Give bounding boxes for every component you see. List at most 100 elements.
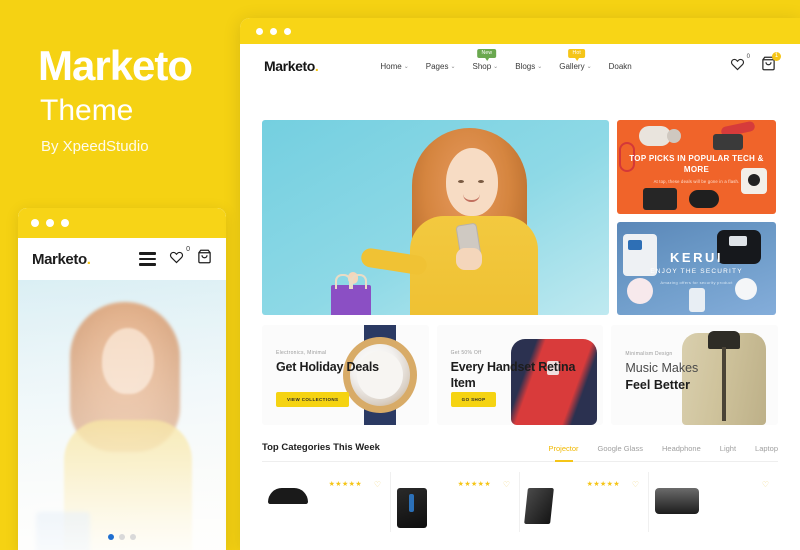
promo-subtitle: Theme — [40, 94, 134, 127]
carousel-dots — [18, 534, 226, 540]
carousel-dot-1[interactable] — [108, 534, 114, 540]
menu-item-shop[interactable]: New Shop ⌄ — [472, 48, 498, 71]
card-headline: Get Holiday Deals — [276, 360, 379, 374]
hero-model-eye-right — [478, 180, 484, 183]
hero-slider[interactable] — [262, 120, 609, 315]
menu-label: Doakn — [608, 61, 632, 71]
mobile-navbar: Marketo. 0 — [18, 238, 226, 280]
mobile-mockup: Marketo. 0 — [18, 208, 226, 550]
window-dot-maximize[interactable] — [61, 219, 69, 227]
categories-title: Top Categories This Week — [262, 442, 380, 453]
browser-titlebar — [240, 18, 800, 44]
music-card[interactable]: Minimalism Design Music Makes Feel Bette… — [611, 325, 779, 425]
rating-stars: ★★★★★ — [457, 481, 492, 488]
menu-item-home[interactable]: Home ⌄ — [380, 62, 408, 71]
menu-item-blogs[interactable]: Blogs ⌄ — [515, 62, 542, 71]
tech-banner-subline: At top, these deals will be gone in a fl… — [653, 179, 740, 184]
tab-google-glass[interactable]: Google Glass — [598, 444, 643, 453]
jacket-image — [682, 331, 767, 425]
card-eyebrow: Minimalism Design — [625, 351, 673, 357]
sub-navbar — [262, 88, 778, 118]
badge-new: New — [477, 48, 497, 61]
window-dot-close[interactable] — [31, 219, 39, 227]
heart-icon[interactable]: ♡ — [503, 480, 510, 489]
carousel-dot-3[interactable] — [130, 534, 136, 540]
tech-banner-headline: TOP PICKS IN POPULAR TECH & MORE — [629, 154, 764, 174]
product-card[interactable]: ★★★★★ ♡ — [262, 472, 392, 532]
mobile-logo[interactable]: Marketo. — [32, 251, 91, 268]
product-card[interactable]: ♡ — [649, 472, 778, 532]
mobile-wishlist-count: 0 — [186, 245, 190, 253]
heart-icon[interactable]: ♡ — [632, 480, 639, 489]
chevron-down-icon: ⌄ — [403, 63, 409, 70]
hero-model-face — [446, 148, 498, 216]
page-title: Marketo — [38, 42, 193, 89]
heart-icon[interactable]: 0 — [169, 246, 190, 269]
menu-item-gallery[interactable]: Hot Gallery ⌄ — [559, 48, 592, 71]
chevron-down-icon: ⌄ — [586, 63, 592, 70]
hero-side-banners: TOP PICKS IN POPULAR TECH & MORE At top,… — [617, 120, 776, 315]
window-dot-close[interactable] — [256, 27, 263, 35]
product-card[interactable]: ★★★★★ ♡ — [391, 472, 521, 532]
product-image — [655, 488, 700, 514]
browser-window: Marketo. Home ⌄ Pages ⌄ New Shop ⌄ Blogs… — [240, 18, 800, 550]
mobile-hero-slider[interactable] — [18, 280, 226, 550]
heart-icon[interactable]: ♡ — [762, 480, 769, 489]
mobile-logo-dot: . — [86, 250, 91, 268]
view-collections-button[interactable]: VIEW COLLECTIONS — [276, 392, 350, 407]
tab-light[interactable]: Light — [720, 444, 736, 453]
mobile-logo-text: Marketo — [32, 250, 87, 268]
kerui-banner[interactable]: KERUI ENJOY THE SECURITY Amazing offers … — [617, 221, 776, 315]
product-card[interactable]: ★★★★★ ♡ — [520, 472, 650, 532]
menu-label: Blogs — [515, 61, 536, 71]
product-image — [268, 488, 308, 504]
tech-banner[interactable]: TOP PICKS IN POPULAR TECH & MORE At top,… — [617, 120, 776, 214]
menu-item-doakn[interactable]: Doakn — [609, 62, 632, 71]
card-eyebrow: Get 50% Off — [450, 350, 482, 356]
carousel-dot-2[interactable] — [119, 534, 125, 540]
handset-retina-card[interactable]: Get 50% Off Every Handset Retina Item GO… — [436, 325, 604, 425]
bag-icon[interactable] — [197, 249, 212, 269]
tab-projector[interactable]: Projector — [549, 444, 579, 462]
rating-stars: ★★★★★ — [586, 481, 621, 488]
badge-hot: Hot — [568, 48, 585, 61]
promo-byline: By XpeedStudio — [41, 138, 149, 155]
go-shop-button[interactable]: GO SHOP — [450, 392, 497, 407]
product-image — [524, 488, 554, 524]
tab-headphone[interactable]: Headphone — [662, 444, 701, 453]
heart-icon[interactable]: ♡ — [374, 480, 381, 489]
hero-model-eye-left — [458, 180, 464, 183]
window-dot-minimize[interactable] — [270, 27, 277, 35]
heart-icon[interactable]: 0 — [730, 54, 750, 76]
menu-label: Pages — [425, 61, 449, 71]
kerui-headline: ENJOY THE SECURITY — [650, 267, 743, 275]
tab-laptop[interactable]: Laptop — [755, 444, 778, 453]
menu-item-pages[interactable]: Pages ⌄ — [426, 62, 456, 71]
holiday-deals-card[interactable]: Electronics, Minimal Get Holiday Deals V… — [262, 325, 429, 425]
window-dot-minimize[interactable] — [46, 219, 54, 227]
card-headline: Every Handset Retina Item — [450, 360, 576, 390]
hero-section: TOP PICKS IN POPULAR TECH & MORE At top,… — [262, 120, 778, 315]
bag-icon[interactable]: 1 — [761, 52, 781, 76]
kerui-subline: Amazing offers for security product — [660, 279, 733, 285]
navbar-icons: 0 1 — [730, 52, 781, 76]
card-headline-light: Music Makes — [625, 361, 699, 375]
card-headline-bold: Feel Better — [625, 378, 690, 392]
main-menu: Home ⌄ Pages ⌄ New Shop ⌄ Blogs ⌄ Hot Ga… — [380, 48, 632, 71]
rating-stars: ★★★★★ — [328, 481, 363, 488]
site-navbar: Marketo. Home ⌄ Pages ⌄ New Shop ⌄ Blogs… — [240, 44, 800, 88]
site-logo[interactable]: Marketo. — [264, 58, 319, 74]
mobile-titlebar — [18, 208, 226, 238]
chevron-down-icon: ⌄ — [450, 63, 456, 70]
hero-model-hand — [456, 248, 482, 270]
wishlist-count: 0 — [746, 53, 750, 60]
promo-card-row: Electronics, Minimal Get Holiday Deals V… — [262, 325, 779, 425]
card-eyebrow: Electronics, Minimal — [276, 350, 327, 356]
window-dot-maximize[interactable] — [284, 27, 291, 35]
product-image — [397, 488, 428, 528]
hero-overlay — [18, 280, 226, 550]
menu-label: Shop — [472, 61, 492, 71]
hero-shopping-bag — [331, 274, 371, 315]
chevron-down-icon: ⌄ — [537, 63, 543, 70]
hamburger-icon[interactable] — [139, 252, 156, 266]
